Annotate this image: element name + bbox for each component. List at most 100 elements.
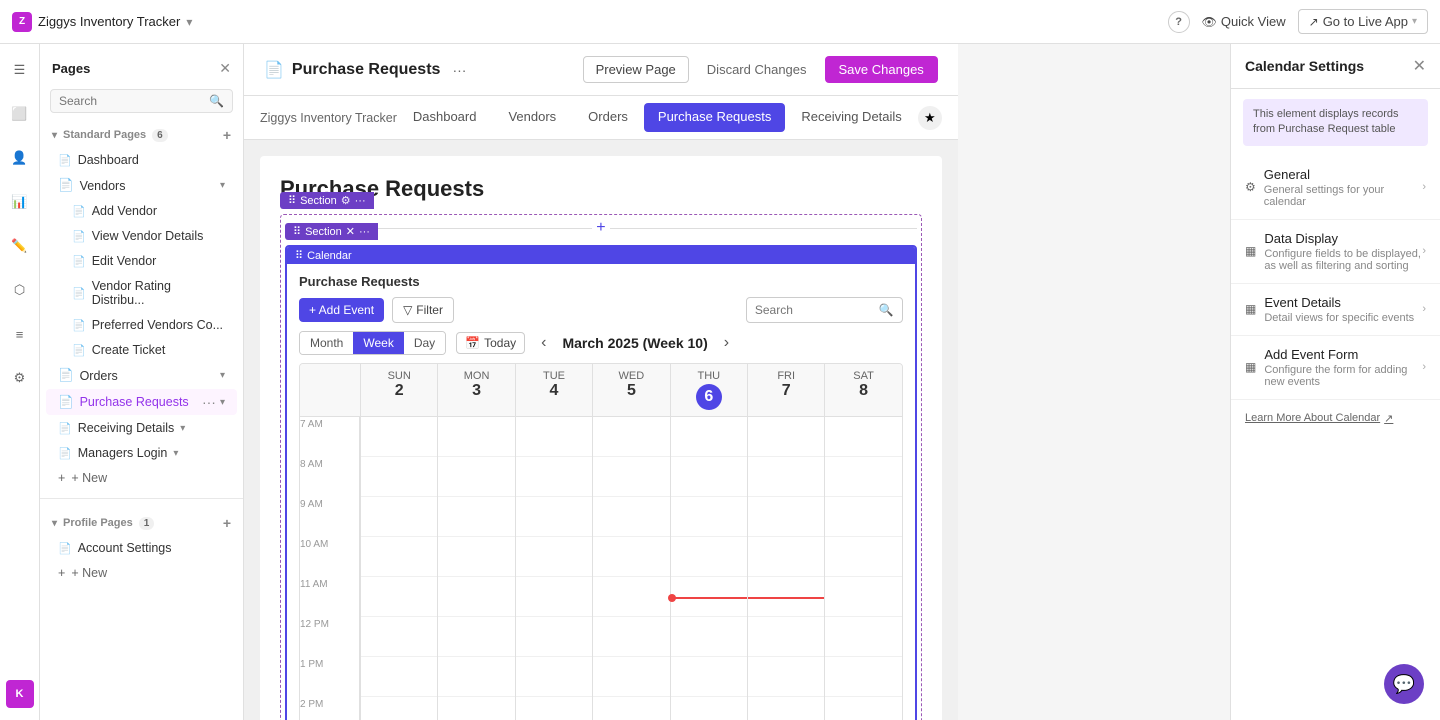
day-cell-1-1[interactable] bbox=[437, 457, 514, 497]
day-cell-5-6[interactable] bbox=[747, 657, 824, 697]
sidebar-item-vendor-rating[interactable]: 📄 Vendor Rating Distribu... bbox=[60, 274, 237, 312]
cal-day-tab[interactable]: Day bbox=[404, 332, 445, 354]
day-cell-6-5[interactable] bbox=[824, 617, 901, 657]
cal-prev-btn[interactable]: ‹ bbox=[535, 332, 552, 354]
day-cell-4-4[interactable] bbox=[670, 577, 747, 617]
day-cell-5-5[interactable] bbox=[747, 617, 824, 657]
section-drag-icon-2[interactable]: ⠿ bbox=[293, 225, 301, 238]
panel-section-add-event[interactable]: ▦ Add Event Form Configure the form for … bbox=[1231, 336, 1440, 400]
day-cell-4-6[interactable] bbox=[670, 657, 747, 697]
sidebar-item-create-ticket[interactable]: 📄 Create Ticket bbox=[60, 338, 237, 362]
cal-week-tab[interactable]: Week bbox=[353, 332, 403, 354]
section-more-icon-2[interactable]: ··· bbox=[359, 226, 370, 238]
day-cell-3-5[interactable] bbox=[592, 617, 669, 657]
help-icon[interactable]: ? bbox=[1168, 11, 1190, 33]
calendar-drag-icon[interactable]: ⠿ bbox=[295, 249, 303, 262]
day-cell-6-7[interactable] bbox=[824, 697, 901, 720]
section-drag-icon[interactable]: ⠿ bbox=[288, 194, 296, 207]
add-section-above-btn[interactable]: + bbox=[592, 219, 609, 237]
chat-button[interactable]: 💬 bbox=[1384, 664, 1424, 704]
day-cell-3-7[interactable] bbox=[592, 697, 669, 720]
sidebar-icon-pages[interactable]: ⬜ bbox=[6, 100, 34, 128]
filter-btn[interactable]: ▽ Filter bbox=[392, 297, 454, 323]
day-cell-5-2[interactable] bbox=[747, 497, 824, 537]
panel-section-events-row[interactable]: ▦ Event Details Detail views for specifi… bbox=[1231, 284, 1440, 335]
day-cell-1-6[interactable] bbox=[437, 657, 514, 697]
day-cell-6-2[interactable] bbox=[824, 497, 901, 537]
panel-section-data-row[interactable]: ▦ Data Display Configure fields to be di… bbox=[1231, 220, 1440, 283]
day-cell-1-3[interactable] bbox=[437, 537, 514, 577]
sidebar-item-purchase-requests[interactable]: 📄 Purchase Requests ··· ▾ bbox=[46, 389, 237, 415]
preview-page-btn[interactable]: Preview Page bbox=[583, 56, 689, 83]
sidebar-item-receiving[interactable]: 📄 Receiving Details ▾ bbox=[46, 416, 237, 440]
sidebar-item-add-vendor[interactable]: 📄 Add Vendor bbox=[60, 199, 237, 223]
save-changes-btn[interactable]: Save Changes bbox=[825, 56, 938, 83]
sidebar-item-dashboard[interactable]: 📄 Dashboard bbox=[46, 148, 237, 172]
nav-item-vendors[interactable]: Vendors bbox=[492, 99, 572, 136]
panel-section-add-event-row[interactable]: ▦ Add Event Form Configure the form for … bbox=[1231, 336, 1440, 399]
panel-section-data[interactable]: ▦ Data Display Configure fields to be di… bbox=[1231, 220, 1440, 284]
add-event-btn[interactable]: + Add Event bbox=[299, 298, 384, 322]
panel-section-events[interactable]: ▦ Event Details Detail views for specifi… bbox=[1231, 284, 1440, 336]
calendar-search[interactable]: 🔍 bbox=[746, 297, 903, 323]
sidebar-item-managers[interactable]: 📄 Managers Login ▾ bbox=[46, 441, 237, 465]
day-cell-5-3[interactable] bbox=[747, 537, 824, 577]
day-cell-6-3[interactable] bbox=[824, 537, 901, 577]
day-cell-1-5[interactable] bbox=[437, 617, 514, 657]
app-brand[interactable]: Z Ziggys Inventory Tracker ▾ bbox=[12, 12, 192, 32]
day-cell-4-1[interactable] bbox=[670, 457, 747, 497]
nav-star-btn[interactable]: ★ bbox=[918, 106, 942, 130]
day-cell-2-2[interactable] bbox=[515, 497, 592, 537]
day-cell-3-6[interactable] bbox=[592, 657, 669, 697]
day-cell-6-6[interactable] bbox=[824, 657, 901, 697]
panel-section-general-row[interactable]: ⚙ General General settings for your cale… bbox=[1231, 156, 1440, 219]
close-sidebar-icon[interactable]: ✕ bbox=[219, 60, 231, 77]
page-more-options-btn[interactable]: ··· bbox=[448, 60, 470, 80]
discard-changes-btn[interactable]: Discard Changes bbox=[699, 57, 815, 82]
day-cell-0-6[interactable] bbox=[360, 657, 437, 697]
nav-item-purchase-requests[interactable]: Purchase Requests bbox=[644, 103, 785, 132]
nav-item-receiving[interactable]: Receiving Details bbox=[785, 99, 917, 136]
day-cell-1-4[interactable] bbox=[437, 577, 514, 617]
sidebar-item-vendors[interactable]: 📄 Vendors ▾ bbox=[46, 173, 237, 198]
day-cell-5-0[interactable] bbox=[747, 417, 824, 457]
day-cell-4-0[interactable] bbox=[670, 417, 747, 457]
collapse-standard-icon[interactable]: ▾ bbox=[52, 130, 57, 141]
sidebar-item-account-settings[interactable]: 📄 Account Settings bbox=[46, 536, 237, 560]
sidebar-item-edit-vendor[interactable]: 📄 Edit Vendor bbox=[60, 249, 237, 273]
user-avatar[interactable]: K bbox=[6, 680, 34, 708]
day-cell-3-4[interactable] bbox=[592, 577, 669, 617]
day-cell-1-0[interactable] bbox=[437, 417, 514, 457]
day-cell-6-4[interactable] bbox=[824, 577, 901, 617]
collapse-profile-icon[interactable]: ▾ bbox=[52, 518, 57, 529]
day-cell-2-4[interactable] bbox=[515, 577, 592, 617]
add-new-profile-btn[interactable]: + + New bbox=[46, 561, 237, 585]
close-panel-btn[interactable]: ✕ bbox=[1413, 56, 1426, 76]
sidebar-item-preferred-vendors[interactable]: 📄 Preferred Vendors Co... bbox=[60, 313, 237, 337]
day-cell-3-0[interactable] bbox=[592, 417, 669, 457]
day-cell-4-5[interactable] bbox=[670, 617, 747, 657]
add-standard-page-btn[interactable]: + bbox=[223, 127, 231, 143]
cal-month-tab[interactable]: Month bbox=[300, 332, 353, 354]
nav-item-dashboard[interactable]: Dashboard bbox=[397, 99, 493, 136]
day-cell-6-1[interactable] bbox=[824, 457, 901, 497]
section-settings-icon[interactable]: ⚙ bbox=[341, 194, 351, 207]
day-cell-4-7[interactable] bbox=[670, 697, 747, 720]
go-live-btn[interactable]: ↗ Go to Live App ▾ bbox=[1298, 9, 1428, 34]
day-cell-5-4[interactable] bbox=[747, 577, 824, 617]
day-cell-0-1[interactable] bbox=[360, 457, 437, 497]
day-cell-5-7[interactable] bbox=[747, 697, 824, 720]
add-new-page-btn[interactable]: + + New bbox=[46, 466, 237, 490]
day-cell-1-2[interactable] bbox=[437, 497, 514, 537]
nav-item-orders[interactable]: Orders bbox=[572, 99, 644, 136]
day-cell-4-2[interactable] bbox=[670, 497, 747, 537]
day-cell-2-0[interactable] bbox=[515, 417, 592, 457]
sidebar-search-box[interactable]: 🔍 bbox=[50, 89, 233, 113]
day-cell-2-5[interactable] bbox=[515, 617, 592, 657]
sidebar-icon-settings[interactable]: ⚙ bbox=[6, 364, 34, 392]
day-cell-0-7[interactable] bbox=[360, 697, 437, 720]
learn-more-link[interactable]: Learn More About Calendar ↗ bbox=[1231, 400, 1440, 437]
day-cell-2-1[interactable] bbox=[515, 457, 592, 497]
sidebar-icon-widgets[interactable]: ⬡ bbox=[6, 276, 34, 304]
day-cell-5-1[interactable] bbox=[747, 457, 824, 497]
